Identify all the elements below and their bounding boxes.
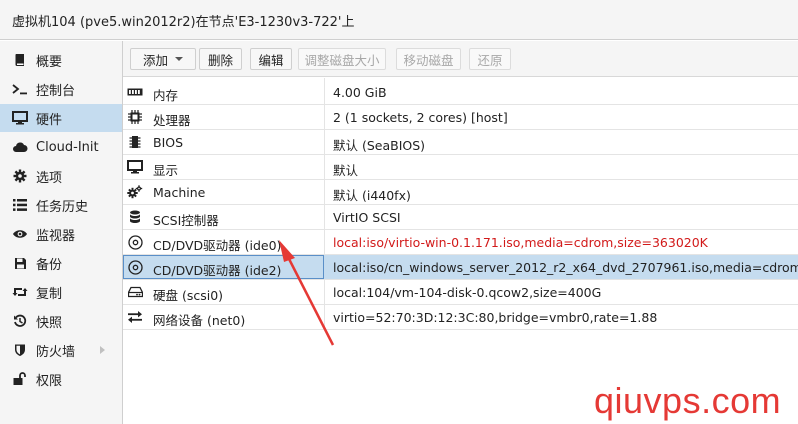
table-row-processors[interactable]: 处理器 2 (1 sockets, 2 cores) [host] [123, 105, 798, 130]
add-button[interactable]: 添加 [130, 48, 196, 70]
table-row-scsi-controller[interactable]: SCSI控制器 VirtIO SCSI [123, 205, 798, 230]
cloud-icon [12, 139, 28, 155]
cdrom-icon [127, 234, 143, 250]
sidebar-item-label: 权限 [36, 373, 63, 389]
sidebar-item-label: 任务历史 [36, 199, 89, 215]
hdd-icon [127, 284, 143, 300]
row-value: 4.00 GiB [333, 85, 387, 100]
eye-icon [12, 226, 28, 242]
sidebar-item-hardware[interactable]: 硬件 [0, 104, 122, 132]
sidebar-item-label: 复制 [36, 286, 63, 302]
table-row-cdrom-ide2[interactable]: CD/DVD驱动器 (ide2) local:iso/cn_windows_se… [123, 255, 798, 280]
table-row-network-net0[interactable]: 网络设备 (net0) virtio=52:70:3D:12:3C:80,bri… [123, 305, 798, 330]
table-row-hard-disk-scsi0[interactable]: 硬盘 (scsi0) local:104/vm-104-disk-0.qcow2… [123, 280, 798, 305]
database-icon [127, 209, 143, 225]
sidebar-item-label: 控制台 [36, 83, 76, 99]
sidebar-nav: 概要 控制台 硬件 Cloud-Init 选项 任务历史 监视器 备份 复制 快… [0, 41, 123, 424]
sidebar-item-label: 概要 [36, 54, 63, 70]
sidebar-item-label: 防火墙 [36, 344, 76, 360]
row-key: 网络设备 (net0) [153, 313, 246, 328]
submenu-arrow-icon [100, 346, 105, 354]
chevron-down-icon [175, 57, 183, 61]
edit-button[interactable]: 编辑 [250, 48, 292, 70]
row-value: VirtIO SCSI [333, 210, 401, 225]
sidebar-item-permissions[interactable]: 权限 [0, 365, 122, 393]
desktop-icon [127, 159, 143, 175]
table-row-display[interactable]: 显示 默认 [123, 155, 798, 180]
bios-chip-icon [127, 134, 143, 150]
monitor-icon [12, 110, 28, 126]
row-key: 硬盘 (scsi0) [153, 288, 224, 303]
revert-button[interactable]: 还原 [469, 48, 511, 70]
row-key: 处理器 [153, 113, 191, 128]
sidebar-item-firewall[interactable]: 防火墙 [0, 336, 122, 364]
retweet-icon [12, 284, 28, 300]
cpu-icon [127, 109, 143, 125]
watermark: qiuvps.com [594, 380, 782, 421]
sidebar-item-label: 快照 [36, 315, 63, 331]
row-key: CD/DVD驱动器 (ide2) [153, 263, 282, 278]
row-key: 内存 [153, 88, 179, 103]
toolbar: 添加 删除 编辑 调整磁盘大小 移动磁盘 还原 [123, 41, 798, 77]
add-button-label: 添加 [142, 52, 168, 68]
move-disk-button[interactable]: 移动磁盘 [396, 48, 461, 70]
list-icon [12, 197, 28, 213]
sidebar-item-replication[interactable]: 复制 [0, 278, 122, 306]
sidebar-item-snapshots[interactable]: 快照 [0, 307, 122, 335]
remove-button[interactable]: 删除 [199, 48, 242, 70]
row-value: virtio=52:70:3D:12:3C:80,bridge=vmbr0,ra… [333, 310, 658, 325]
history-icon [12, 313, 28, 329]
row-value: local:104/vm-104-disk-0.qcow2,size=400G [333, 285, 602, 300]
row-value: 默认 [333, 163, 359, 178]
row-value: 默认 (i440fx) [333, 188, 411, 203]
unlock-icon [12, 371, 28, 387]
cdrom-icon [127, 259, 143, 275]
terminal-icon [12, 81, 28, 97]
row-value: 默认 (SeaBIOS) [333, 138, 426, 153]
sidebar-item-monitor[interactable]: 监视器 [0, 220, 122, 248]
sidebar-item-options[interactable]: 选项 [0, 162, 122, 190]
window-title: 虚拟机104 (pve5.win2012r2)在节点'E3-1230v3-722… [12, 15, 355, 30]
memory-icon [127, 84, 143, 100]
sidebar-item-label: 监视器 [36, 228, 76, 244]
row-value: local:iso/virtio-win-0.1.171.iso,media=c… [333, 235, 708, 250]
cogs-icon [127, 184, 143, 200]
sidebar-item-label: 硬件 [36, 112, 63, 128]
row-key: CD/DVD驱动器 (ide0) [153, 238, 282, 253]
floppy-icon [12, 255, 28, 271]
table-row-cdrom-ide0[interactable]: CD/DVD驱动器 (ide0) local:iso/virtio-win-0.… [123, 230, 798, 255]
row-key: SCSI控制器 [153, 213, 219, 228]
sidebar-item-summary[interactable]: 概要 [0, 46, 122, 74]
sidebar-item-label: Cloud-Init [36, 139, 99, 155]
row-key: BIOS [153, 135, 184, 150]
table-row-memory[interactable]: 内存 4.00 GiB [123, 80, 798, 105]
gear-icon [12, 168, 28, 184]
sidebar-item-cloud-init[interactable]: Cloud-Init [0, 133, 122, 161]
sidebar-item-console[interactable]: 控制台 [0, 75, 122, 103]
row-key: Machine [153, 185, 206, 200]
sidebar-item-backup[interactable]: 备份 [0, 249, 122, 277]
window-titlebar: 虚拟机104 (pve5.win2012r2)在节点'E3-1230v3-722… [0, 0, 798, 40]
row-value: local:iso/cn_windows_server_2012_r2_x64_… [333, 260, 798, 275]
row-value: 2 (1 sockets, 2 cores) [host] [333, 110, 508, 125]
book-icon [12, 52, 28, 68]
sidebar-item-label: 备份 [36, 257, 63, 273]
table-row-bios[interactable]: BIOS 默认 (SeaBIOS) [123, 130, 798, 155]
hardware-panel: 添加 删除 编辑 调整磁盘大小 移动磁盘 还原 内存 4.00 GiB 处理器 … [123, 41, 798, 424]
sidebar-item-task-history[interactable]: 任务历史 [0, 191, 122, 219]
table-row-machine[interactable]: Machine 默认 (i440fx) [123, 180, 798, 205]
shield-icon [12, 342, 28, 358]
row-key: 显示 [153, 163, 179, 178]
exchange-icon [127, 309, 143, 325]
resize-disk-button[interactable]: 调整磁盘大小 [298, 48, 386, 70]
sidebar-item-label: 选项 [36, 170, 63, 186]
